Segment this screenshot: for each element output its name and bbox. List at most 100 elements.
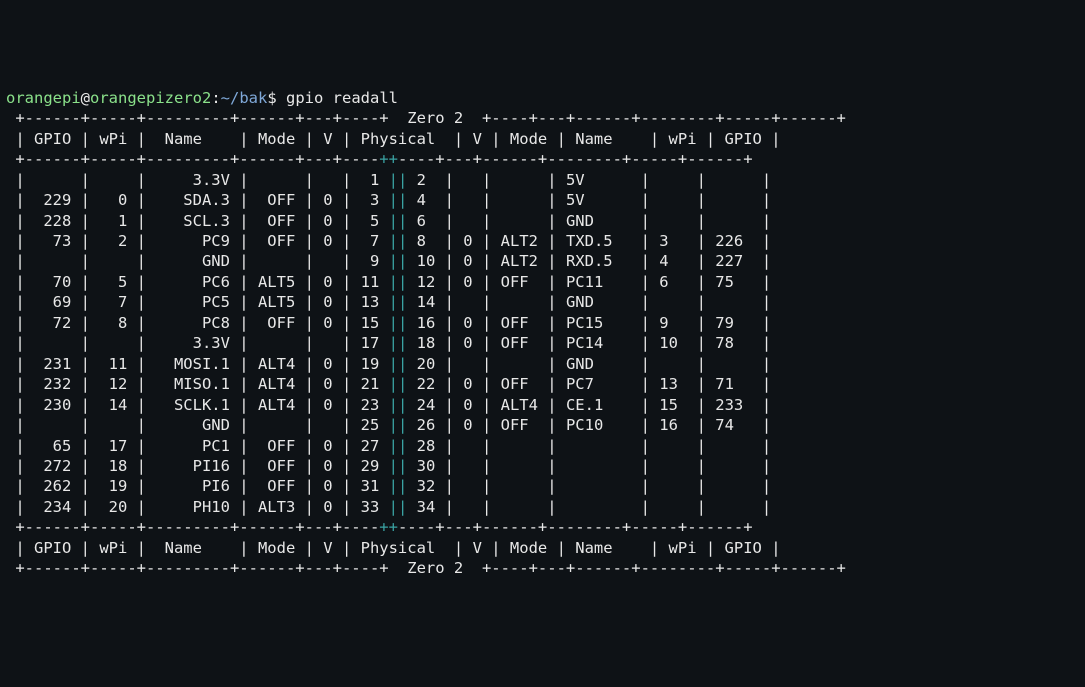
- table-row: | 65 | 17 | PC1 | OFF | 0 |: [6, 437, 361, 455]
- phys-divider-icon: ||: [389, 191, 408, 209]
- phys-right: 18: [417, 334, 436, 352]
- phys-right: 2: [417, 171, 436, 189]
- footer-header-row: | GPIO | wPi | Name | Mode | V | Physica…: [6, 539, 781, 557]
- phys-divider-icon: ||: [389, 396, 408, 414]
- phys-left: 29: [361, 457, 380, 475]
- table-row: | | | 3.3V | | |: [6, 334, 361, 352]
- phys-divider-icon: ||: [389, 355, 408, 373]
- table-row-r: | | | GND | | |: [435, 212, 771, 230]
- table-row-r: | 0 | OFF | PC15 | 9 | 79 |: [435, 314, 771, 332]
- phys-divider-icon: ||: [389, 334, 408, 352]
- table-row-r: | 0 | OFF | PC11 | 6 | 75 |: [435, 273, 771, 291]
- phys-divider-icon: ||: [389, 171, 408, 189]
- phys-left: 3: [361, 191, 380, 209]
- command: gpio readall: [286, 89, 398, 107]
- table-row-r: | | | | | |: [435, 437, 771, 455]
- table-row: | 228 | 1 | SCL.3 | OFF | 0 |: [6, 212, 361, 230]
- table-row-r: | 0 | ALT2 | TXD.5 | 3 | 226 |: [435, 232, 771, 250]
- table-row: | 229 | 0 | SDA.3 | OFF | 0 |: [6, 191, 361, 209]
- phys-right: 6: [417, 212, 436, 230]
- border-hdr: +------+-----+---------+------+---+----: [6, 150, 379, 168]
- table-row: | 272 | 18 | PI16 | OFF | 0 |: [6, 457, 361, 475]
- phys-divider-icon: ||: [389, 252, 408, 270]
- phys-left: 31: [361, 477, 380, 495]
- phys-right: 28: [417, 437, 436, 455]
- phys-right: 30: [417, 457, 436, 475]
- table-row: | 73 | 2 | PC9 | OFF | 0 |: [6, 232, 361, 250]
- phys-right: 8: [417, 232, 436, 250]
- phys-left: 17: [361, 334, 380, 352]
- phys-right: 32: [417, 477, 436, 495]
- phys-divider-icon: ||: [389, 232, 408, 250]
- phys-left: 25: [361, 416, 380, 434]
- phys-right: 16: [417, 314, 436, 332]
- phys-left: 23: [361, 396, 380, 414]
- table-row: | | | GND | | |: [6, 416, 361, 434]
- border-mid: ++: [379, 518, 398, 536]
- table-row: | 262 | 19 | PI6 | OFF | 0 |: [6, 477, 361, 495]
- table-row: | 232 | 12 | MISO.1 | ALT4 | 0 |: [6, 375, 361, 393]
- board-name-top: Zero 2: [389, 109, 482, 127]
- phys-left: 27: [361, 437, 380, 455]
- prompt-user: orangepi: [6, 89, 81, 107]
- table-row: | 72 | 8 | PC8 | OFF | 0 |: [6, 314, 361, 332]
- phys-left: 21: [361, 375, 380, 393]
- border-foot: +------+-----+---------+------+---+----: [6, 518, 379, 536]
- border-bottom-r: +----+---+------+--------+-----+------+: [482, 559, 846, 577]
- phys-right: 20: [417, 355, 436, 373]
- terminal-output: orangepi@orangepizero2:~/bak$ gpio reada…: [6, 88, 1079, 579]
- phys-left: 11: [361, 273, 380, 291]
- phys-right: 10: [417, 252, 436, 270]
- table-row-r: | 0 | ALT4 | CE.1 | 15 | 233 |: [435, 396, 771, 414]
- border-foot-r: ----+---+------+--------+-----+------+: [398, 518, 753, 536]
- table-row: | | | GND | | |: [6, 252, 361, 270]
- phys-left: 13: [361, 293, 380, 311]
- phys-divider-icon: ||: [389, 212, 408, 230]
- table-row: | 70 | 5 | PC6 | ALT5 | 0 |: [6, 273, 361, 291]
- phys-divider-icon: ||: [389, 416, 408, 434]
- phys-divider-icon: ||: [389, 273, 408, 291]
- table-row-r: | | | | | |: [435, 477, 771, 495]
- board-name-bottom: Zero 2: [389, 559, 482, 577]
- prompt-colon: :: [211, 89, 220, 107]
- prompt-host: orangepizero2: [90, 89, 211, 107]
- table-row-r: | 0 | OFF | PC10 | 16 | 74 |: [435, 416, 771, 434]
- phys-divider-icon: ||: [389, 457, 408, 475]
- phys-divider-icon: ||: [389, 477, 408, 495]
- table-row-r: | | | 5V | | |: [435, 191, 771, 209]
- phys-right: 12: [417, 273, 436, 291]
- phys-left: 33: [361, 498, 380, 516]
- border-mid: ++: [379, 150, 398, 168]
- table-row-r: | 0 | OFF | PC7 | 13 | 71 |: [435, 375, 771, 393]
- border-top: +------+-----+---------+------+---+----+: [6, 109, 389, 127]
- prompt-dollar: $: [267, 89, 286, 107]
- phys-right: 26: [417, 416, 436, 434]
- phys-left: 15: [361, 314, 380, 332]
- border-bottom: +------+-----+---------+------+---+----+: [6, 559, 389, 577]
- table-row-r: | | | 5V | | |: [435, 171, 771, 189]
- table-row-r: | | | GND | | |: [435, 293, 771, 311]
- prompt-at: @: [81, 89, 90, 107]
- table-row-r: | 0 | ALT2 | RXD.5 | 4 | 227 |: [435, 252, 771, 270]
- phys-left: 7: [361, 232, 380, 250]
- table-row-r: | 0 | OFF | PC14 | 10 | 78 |: [435, 334, 771, 352]
- phys-divider-icon: ||: [389, 375, 408, 393]
- phys-divider-icon: ||: [389, 498, 408, 516]
- phys-right: 22: [417, 375, 436, 393]
- table-row: | 69 | 7 | PC5 | ALT5 | 0 |: [6, 293, 361, 311]
- phys-right: 14: [417, 293, 436, 311]
- phys-left: 1: [361, 171, 380, 189]
- table-row: | | | 3.3V | | |: [6, 171, 361, 189]
- table-row-r: | | | GND | | |: [435, 355, 771, 373]
- phys-left: 9: [361, 252, 380, 270]
- table-row: | 230 | 14 | SCLK.1 | ALT4 | 0 |: [6, 396, 361, 414]
- phys-left: 19: [361, 355, 380, 373]
- table-row-r: | | | | | |: [435, 498, 771, 516]
- phys-divider-icon: ||: [389, 293, 408, 311]
- phys-divider-icon: ||: [389, 314, 408, 332]
- phys-right: 34: [417, 498, 436, 516]
- table-row-r: | | | | | |: [435, 457, 771, 475]
- phys-left: 5: [361, 212, 380, 230]
- header-row: | GPIO | wPi | Name | Mode | V | Physica…: [6, 130, 781, 148]
- phys-divider-icon: ||: [389, 437, 408, 455]
